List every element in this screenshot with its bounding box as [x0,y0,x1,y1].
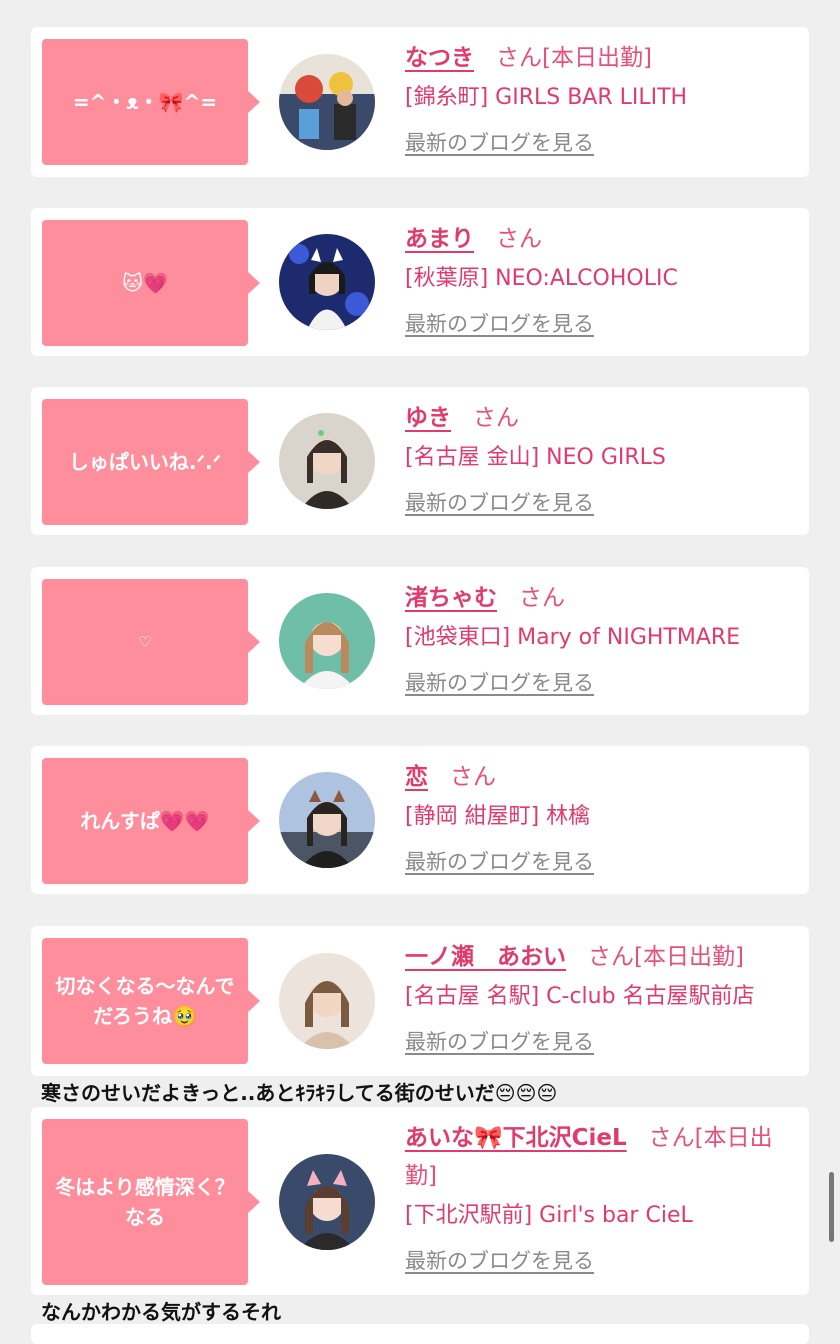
cast-name-link[interactable]: 恋 [405,764,428,790]
avatar-photo [279,54,375,150]
honorific: さん [588,944,634,970]
avatar[interactable] [279,953,375,1049]
avatar-photo [279,593,375,689]
post-comment: なんかわかる気がするそれ [41,1300,281,1324]
honorific: さん [473,405,519,431]
avatar[interactable] [279,1154,375,1250]
blog-post-card: ♡ 渚ちゃむ さん [池袋東口] Mary of NIGHTMARE 最新のブログ… [31,567,809,715]
message-bubble: ♡ [42,579,260,705]
post-comment: 寒さのせいだよきっと..あとｷﾗｷﾗしてる街のせいだ😔😔😔 [41,1081,558,1105]
blog-post-card: =^・ᴥ・🎀^= なつき さん[本日出勤] [錦糸町] GIRLS BAR LIL… [31,27,809,177]
avatar-photo [279,413,375,509]
post-info: あまり さん [秋葉原] NEO:ALCOHOLIC 最新のブログを見る [405,220,795,338]
avatar[interactable] [279,234,375,330]
message-bubble: =^・ᴥ・🎀^= [42,39,260,165]
post-info: 渚ちゃむ さん [池袋東口] Mary of NIGHTMARE 最新のブログを見… [405,579,795,697]
latest-blog-link[interactable]: 最新のブログを見る [405,308,594,338]
cast-name-link[interactable]: なつき [405,45,474,71]
post-info: あいな🎀下北沢CieL さん[本日出勤] [下北沢駅前] Girl's bar C… [405,1119,795,1275]
avatar-photo [279,1154,375,1250]
honorific: さん [496,45,542,71]
shop-name: [錦糸町] GIRLS BAR LILITH [405,85,688,110]
avatar-photo [279,234,375,330]
message-bubble: 🐱💗 [42,220,260,346]
next-post-card [31,1324,809,1344]
cast-name-link[interactable]: あまり [405,226,474,252]
shop-name: [秋葉原] NEO:ALCOHOLIC [405,266,678,291]
work-status: [本日出勤] [542,45,652,71]
shop-name: [名古屋 金山] NEO GIRLS [405,445,666,470]
avatar-photo [279,772,375,868]
avatar[interactable] [279,593,375,689]
post-info: 一ノ瀬 あおい さん[本日出勤] [名古屋 名駅] C-club 名古屋駅前店 最… [405,938,795,1056]
message-bubble: しゅぱいいね.ᐟ.ᐟ [42,399,260,525]
blog-post-card: れんすぱ💗💗 恋さん [静岡 紺屋町] 林檎 最新のブログを見る [31,746,809,894]
post-info: 恋さん [静岡 紺屋町] 林檎 最新のブログを見る [405,758,795,876]
post-info: なつき さん[本日出勤] [錦糸町] GIRLS BAR LILITH 最新のブロ… [405,39,795,157]
shop-name: [名古屋 名駅] C-club 名古屋駅前店 [405,984,755,1009]
latest-blog-link[interactable]: 最新のブログを見る [405,846,594,876]
latest-blog-link[interactable]: 最新のブログを見る [405,127,594,157]
message-bubble: れんすぱ💗💗 [42,758,260,884]
latest-blog-link[interactable]: 最新のブログを見る [405,1026,594,1056]
latest-blog-link[interactable]: 最新のブログを見る [405,1245,594,1275]
cast-name-link[interactable]: あいな🎀下北沢CieL [405,1125,627,1151]
work-status: [本日出勤] [634,944,744,970]
scrollbar[interactable] [829,1172,834,1242]
cast-name-link[interactable]: ゆき [405,405,451,431]
message-bubble: 切なくなる〜なんでだろうね🥹 [42,938,260,1064]
blog-post-card: 冬はより感情深く？なる あいな🎀下北沢CieL さん[本日出勤] [下北沢駅前] … [31,1107,809,1295]
avatar[interactable] [279,54,375,150]
cast-name-link[interactable]: 一ノ瀬 あおい [405,944,566,970]
honorific: さん [519,585,565,611]
honorific: さん [496,226,542,252]
latest-blog-link[interactable]: 最新のブログを見る [405,487,594,517]
avatar[interactable] [279,413,375,509]
honorific: さん [450,764,496,790]
blog-post-card: 🐱💗 あまり さん [秋葉原] NEO:ALCOHOLIC 最新のブログを見る [31,208,809,356]
shop-name: [静岡 紺屋町] 林檎 [405,804,591,829]
message-bubble: 冬はより感情深く？なる [42,1119,260,1285]
blog-post-card: 切なくなる〜なんでだろうね🥹 一ノ瀬 あおい さん[本日出勤] [名古屋 名駅] … [31,926,809,1076]
post-info: ゆき さん [名古屋 金山] NEO GIRLS 最新のブログを見る [405,399,795,517]
cast-name-link[interactable]: 渚ちゃむ [405,585,497,611]
avatar-photo [279,953,375,1049]
latest-blog-link[interactable]: 最新のブログを見る [405,667,594,697]
avatar[interactable] [279,772,375,868]
honorific: さん [648,1125,695,1151]
shop-name: [池袋東口] Mary of NIGHTMARE [405,625,741,650]
shop-name: [下北沢駅前] Girl's bar CieL [405,1203,693,1228]
blog-post-card: しゅぱいいね.ᐟ.ᐟ ゆき さん [名古屋 金山] NEO GIRLS 最新のブロ… [31,387,809,535]
blog-feed: =^・ᴥ・🎀^= なつき さん[本日出勤] [錦糸町] GIRLS BAR LIL… [0,0,840,1344]
